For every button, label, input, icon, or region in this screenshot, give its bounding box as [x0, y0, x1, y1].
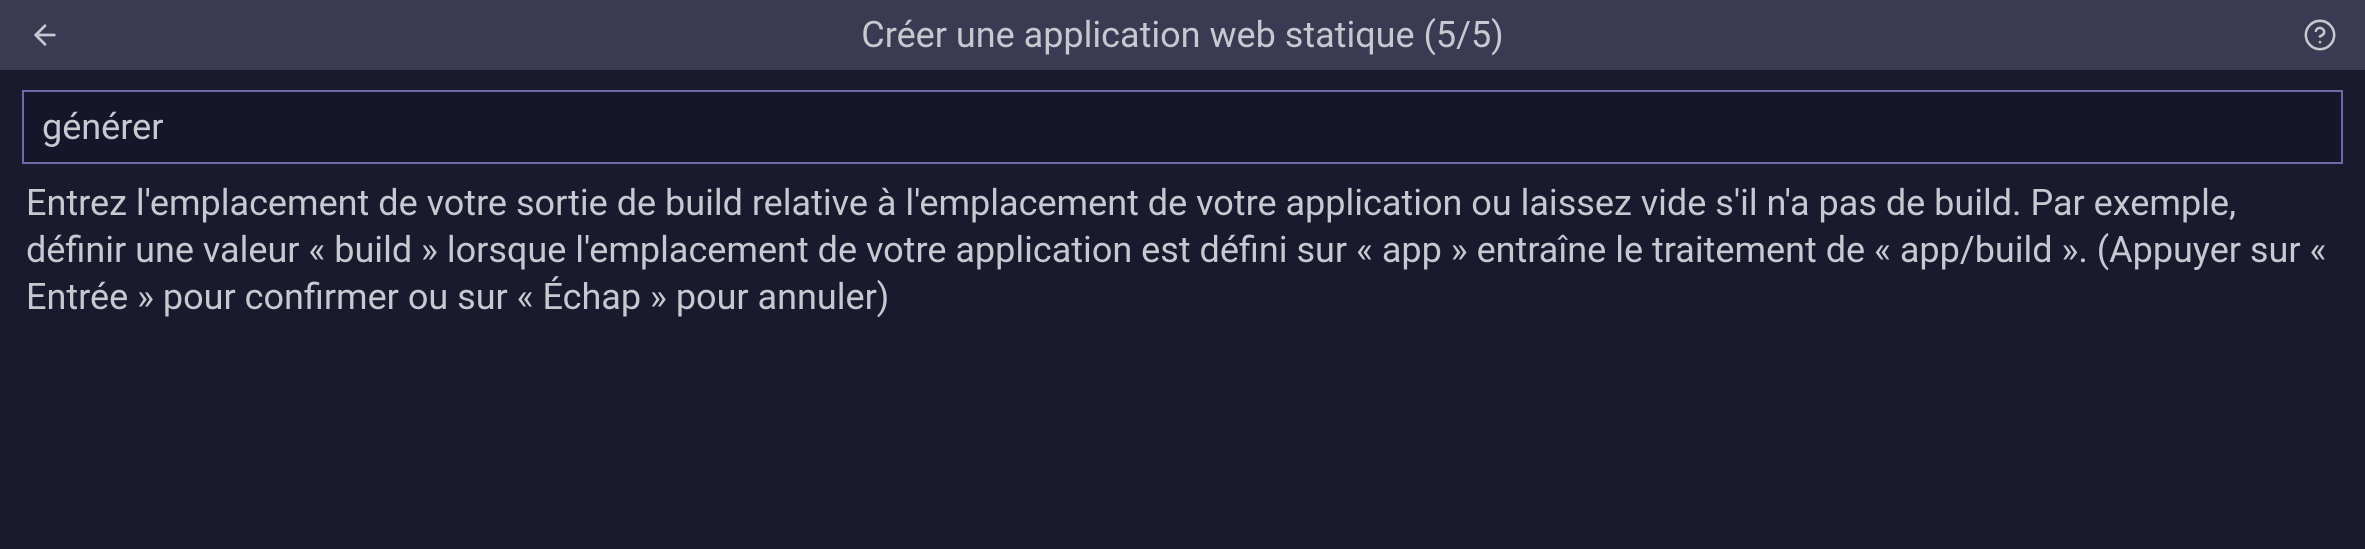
arrow-left-icon — [29, 19, 61, 51]
dialog-header: Créer une application web statique (5/5) — [0, 0, 2365, 70]
dialog-content: Entrez l'emplacement de votre sortie de … — [0, 70, 2365, 340]
build-output-location-input[interactable] — [22, 90, 2343, 164]
back-button[interactable] — [25, 15, 65, 55]
help-button[interactable] — [2300, 15, 2340, 55]
help-icon — [2303, 18, 2337, 52]
dialog-title: Créer une application web statique (5/5) — [65, 14, 2300, 56]
input-description: Entrez l'emplacement de votre sortie de … — [22, 180, 2343, 320]
